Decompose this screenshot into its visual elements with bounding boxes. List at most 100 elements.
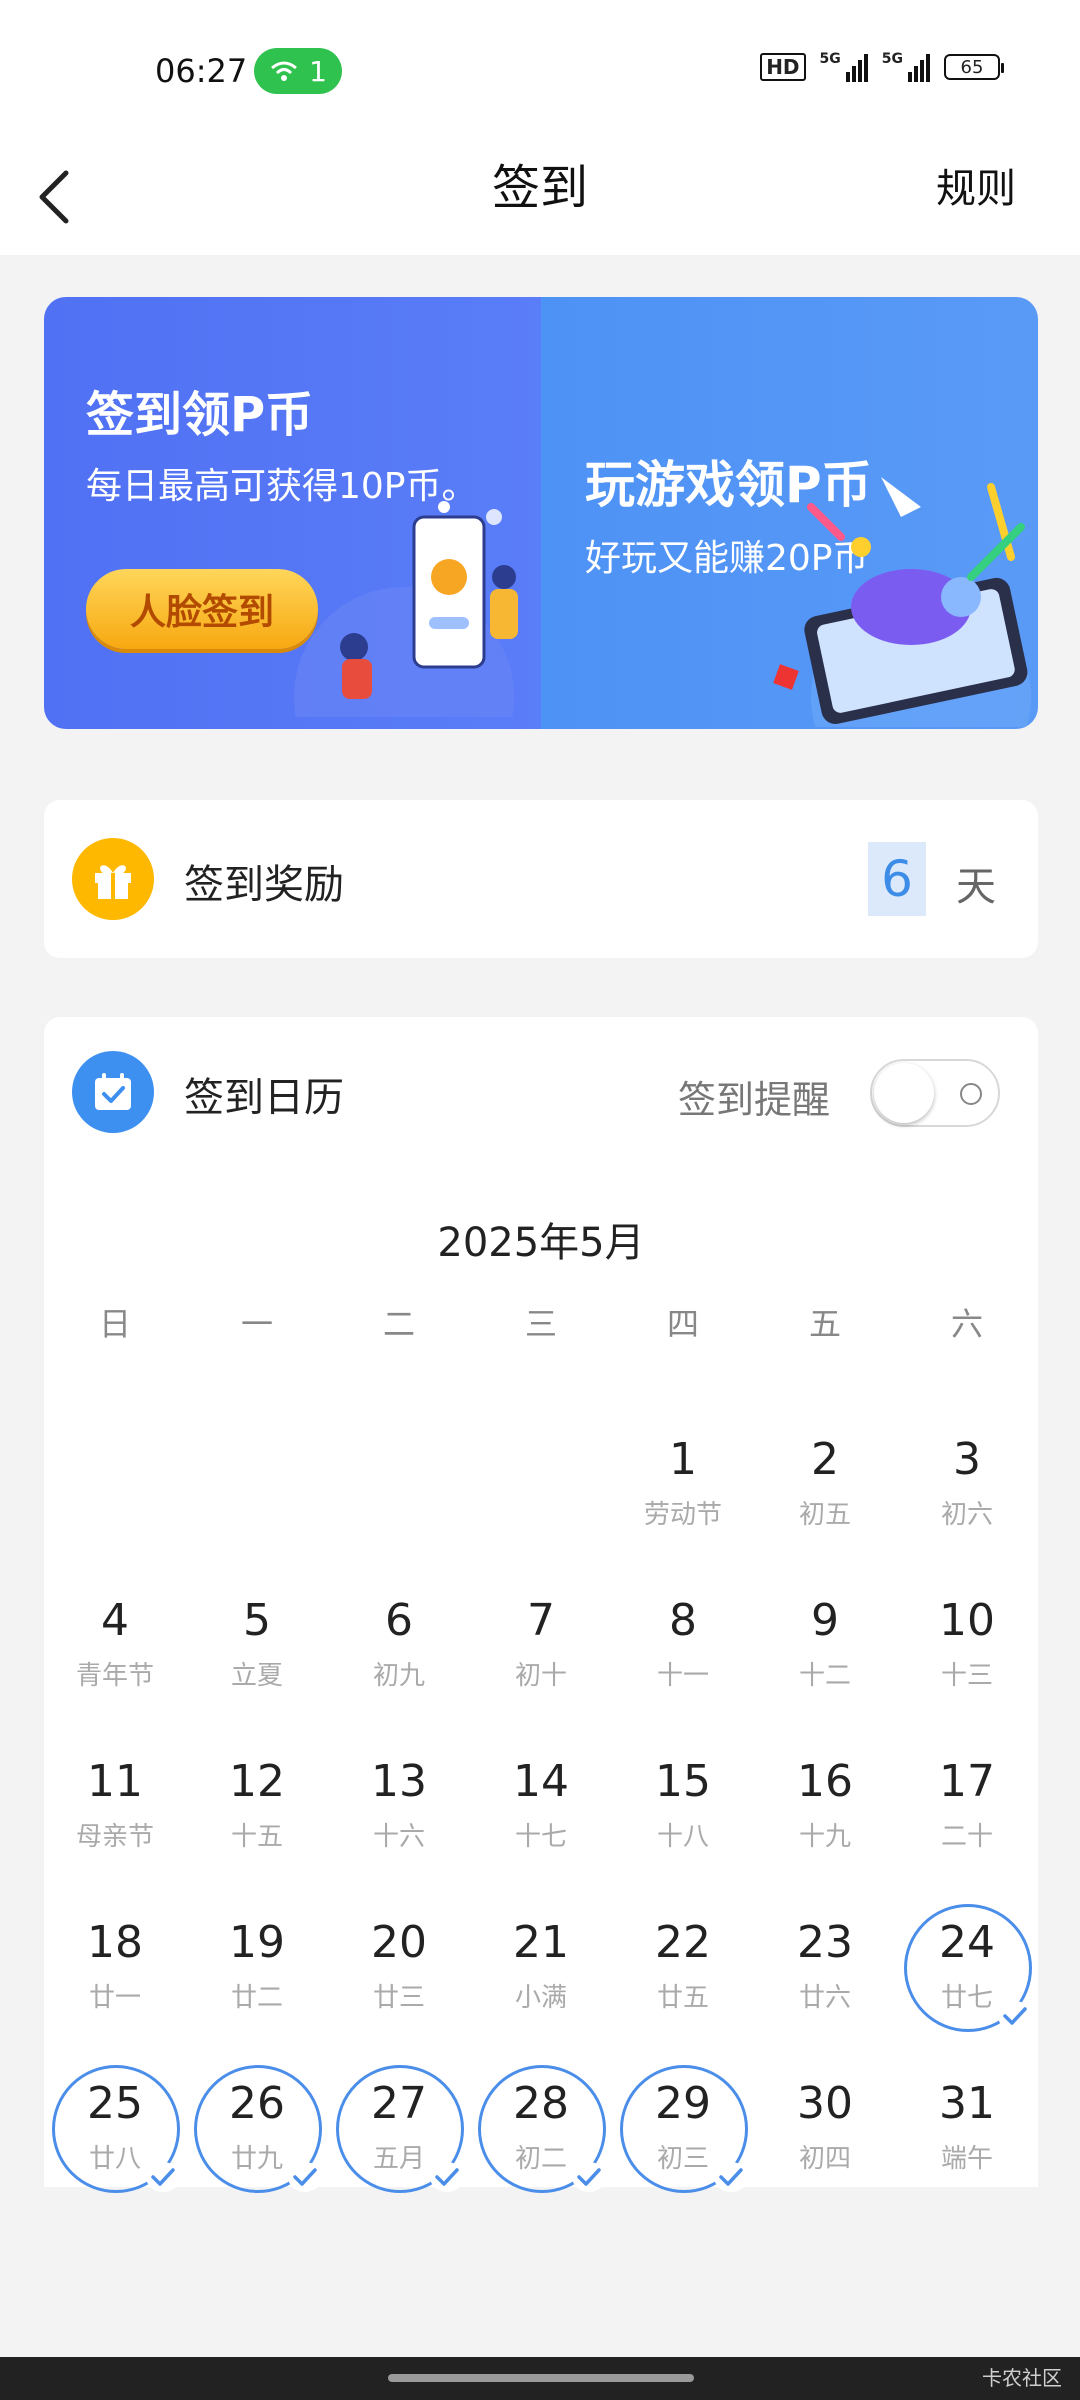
- lunar-date: 廿一: [88, 1983, 141, 2013]
- lunar-date: 初五: [798, 1500, 851, 1530]
- lunar-date: 十六: [372, 1822, 425, 1852]
- day-number: 26: [229, 2078, 285, 2129]
- lunar-date: 五月: [372, 2144, 425, 2174]
- day-number: 31: [939, 2078, 995, 2129]
- calendar-day-signed[interactable]: 26 廿九: [186, 2042, 328, 2203]
- day-number: 6: [385, 1595, 413, 1646]
- lunar-date: 十一: [656, 1661, 709, 1691]
- weekday-label: 一: [240, 1305, 273, 1343]
- lunar-date: 立夏: [230, 1661, 283, 1691]
- calendar-day[interactable]: 5 立夏: [186, 1559, 328, 1720]
- weekday-label: 六: [950, 1305, 983, 1343]
- lunar-date: 端午: [940, 2144, 993, 2174]
- day-number: 11: [87, 1756, 143, 1807]
- checkin-banner-title: 签到领P币: [86, 387, 314, 443]
- day-number: 16: [797, 1756, 853, 1807]
- calendar-day[interactable]: 18 廿一: [44, 1881, 186, 2042]
- calendar-day[interactable]: 23 廿六: [754, 1881, 896, 2042]
- lunar-date: 廿二: [230, 1983, 283, 2013]
- calendar-day[interactable]: 16 十九: [754, 1720, 896, 1881]
- calendar-day[interactable]: 12 十五: [186, 1720, 328, 1881]
- calendar-grid: 1 劳动节 2 初五 3 初六 4 青年节 5 立夏 6 初九 7 初十 8 十一 9 十二 10 十三 11 母亲节 12…: [44, 1398, 1038, 2203]
- calendar-day[interactable]: 17 二十: [896, 1720, 1038, 1881]
- day-number: 22: [655, 1917, 711, 1968]
- home-indicator[interactable]: [388, 2374, 694, 2382]
- days-unit: 天: [956, 864, 996, 910]
- reminder-toggle[interactable]: [870, 1059, 1000, 1127]
- calendar-empty-cell: [44, 1398, 186, 1559]
- calendar-check-icon: [72, 1051, 154, 1133]
- lunar-date: 母亲节: [75, 1822, 154, 1852]
- promo-banner: 签到领P币 每日最高可获得10P币。 人脸签到 玩游戏领P币 好玩又能赚20P币: [44, 297, 1038, 729]
- day-number: 27: [371, 2078, 427, 2129]
- calendar-day[interactable]: 13 十六: [328, 1720, 470, 1881]
- lunar-date: 初十: [514, 1661, 567, 1691]
- lunar-date: 廿七: [940, 1983, 993, 2013]
- calendar-day[interactable]: 19 廿二: [186, 1881, 328, 2042]
- wifi-hotspot-icon: [271, 61, 298, 81]
- day-number: 7: [527, 1595, 555, 1646]
- checkin-reward-card: 签到奖励 6 天: [44, 800, 1038, 958]
- hotspot-pill[interactable]: 1: [254, 48, 342, 94]
- calendar-day[interactable]: 4 青年节: [44, 1559, 186, 1720]
- month-title: 2025年5月: [437, 1220, 645, 1266]
- day-number: 29: [655, 2078, 711, 2129]
- calendar-day-signed[interactable]: 27 五月: [328, 2042, 470, 2203]
- checkin-calendar-card: 签到日历 签到提醒 2025年5月 日 一 二 三 四 五 六 1 劳动节 2 初五 3…: [44, 1017, 1038, 2193]
- calendar-day[interactable]: 22 廿五: [612, 1881, 754, 2042]
- face-scan-illustration: [294, 501, 518, 717]
- toggle-knob: [874, 1063, 934, 1123]
- day-number: 2: [811, 1434, 839, 1485]
- calendar-day-signed[interactable]: 28 初二: [470, 2042, 612, 2203]
- face-checkin-button[interactable]: 人脸签到: [86, 569, 318, 649]
- calendar-empty-cell: [186, 1398, 328, 1559]
- battery-level: 65: [960, 56, 984, 78]
- calendar-day[interactable]: 15 十八: [612, 1720, 754, 1881]
- signal-icon-2: 5G: [882, 52, 930, 82]
- weekday-label: 二: [382, 1305, 415, 1343]
- checkin-banner[interactable]: 签到领P币 每日最高可获得10P币。 人脸签到: [44, 297, 541, 729]
- calendar-day[interactable]: 6 初九: [328, 1559, 470, 1720]
- lunar-date: 初六: [940, 1500, 993, 1530]
- lunar-date: 十九: [798, 1822, 851, 1852]
- day-number: 18: [87, 1917, 143, 1968]
- calendar-day[interactable]: 14 十七: [470, 1720, 612, 1881]
- calendar-day[interactable]: 9 十二: [754, 1559, 896, 1720]
- calendar-day[interactable]: 1 劳动节: [612, 1398, 754, 1559]
- calendar-day[interactable]: 31 端午: [896, 2042, 1038, 2203]
- calendar-day[interactable]: 2 初五: [754, 1398, 896, 1559]
- calendar-day[interactable]: 20 廿三: [328, 1881, 470, 2042]
- lunar-date: 廿九: [230, 2144, 283, 2174]
- game-banner[interactable]: 玩游戏领P币 好玩又能赚20P币: [541, 297, 1038, 729]
- lunar-date: 十五: [230, 1822, 283, 1852]
- day-number: 12: [229, 1756, 285, 1807]
- lunar-date: 初三: [656, 2144, 709, 2174]
- signal-icon: 5G: [820, 52, 868, 82]
- calendar-day-signed[interactable]: 29 初三: [612, 2042, 754, 2203]
- calendar-day[interactable]: 30 初四: [754, 2042, 896, 2203]
- day-number: 3: [953, 1434, 981, 1485]
- lunar-date: 初四: [798, 2144, 851, 2174]
- lunar-date: 二十: [940, 1822, 993, 1852]
- calendar-day[interactable]: 21 小满: [470, 1881, 612, 2042]
- day-number: 15: [655, 1756, 711, 1807]
- status-time: 06:27: [155, 52, 248, 90]
- calendar-day[interactable]: 7 初十: [470, 1559, 612, 1720]
- calendar-day[interactable]: 3 初六: [896, 1398, 1038, 1559]
- day-number: 25: [87, 2078, 143, 2129]
- calendar-day-signed[interactable]: 24 廿七: [896, 1881, 1038, 2042]
- calendar-day[interactable]: 11 母亲节: [44, 1720, 186, 1881]
- weekday-label: 三: [524, 1305, 557, 1343]
- calendar-day[interactable]: 10 十三: [896, 1559, 1038, 1720]
- reward-label: 签到奖励: [184, 862, 344, 908]
- lunar-date: 廿六: [798, 1983, 851, 2013]
- lunar-date: 青年节: [75, 1661, 154, 1691]
- day-number: 10: [939, 1595, 995, 1646]
- calendar-day[interactable]: 8 十一: [612, 1559, 754, 1720]
- hotspot-count: 1: [309, 54, 327, 88]
- rules-link[interactable]: 规则: [936, 156, 1016, 214]
- day-number: 28: [513, 2078, 569, 2129]
- day-number: 21: [513, 1917, 569, 1968]
- calendar-day-signed[interactable]: 25 廿八: [44, 2042, 186, 2203]
- lunar-date: 廿三: [372, 1983, 425, 2013]
